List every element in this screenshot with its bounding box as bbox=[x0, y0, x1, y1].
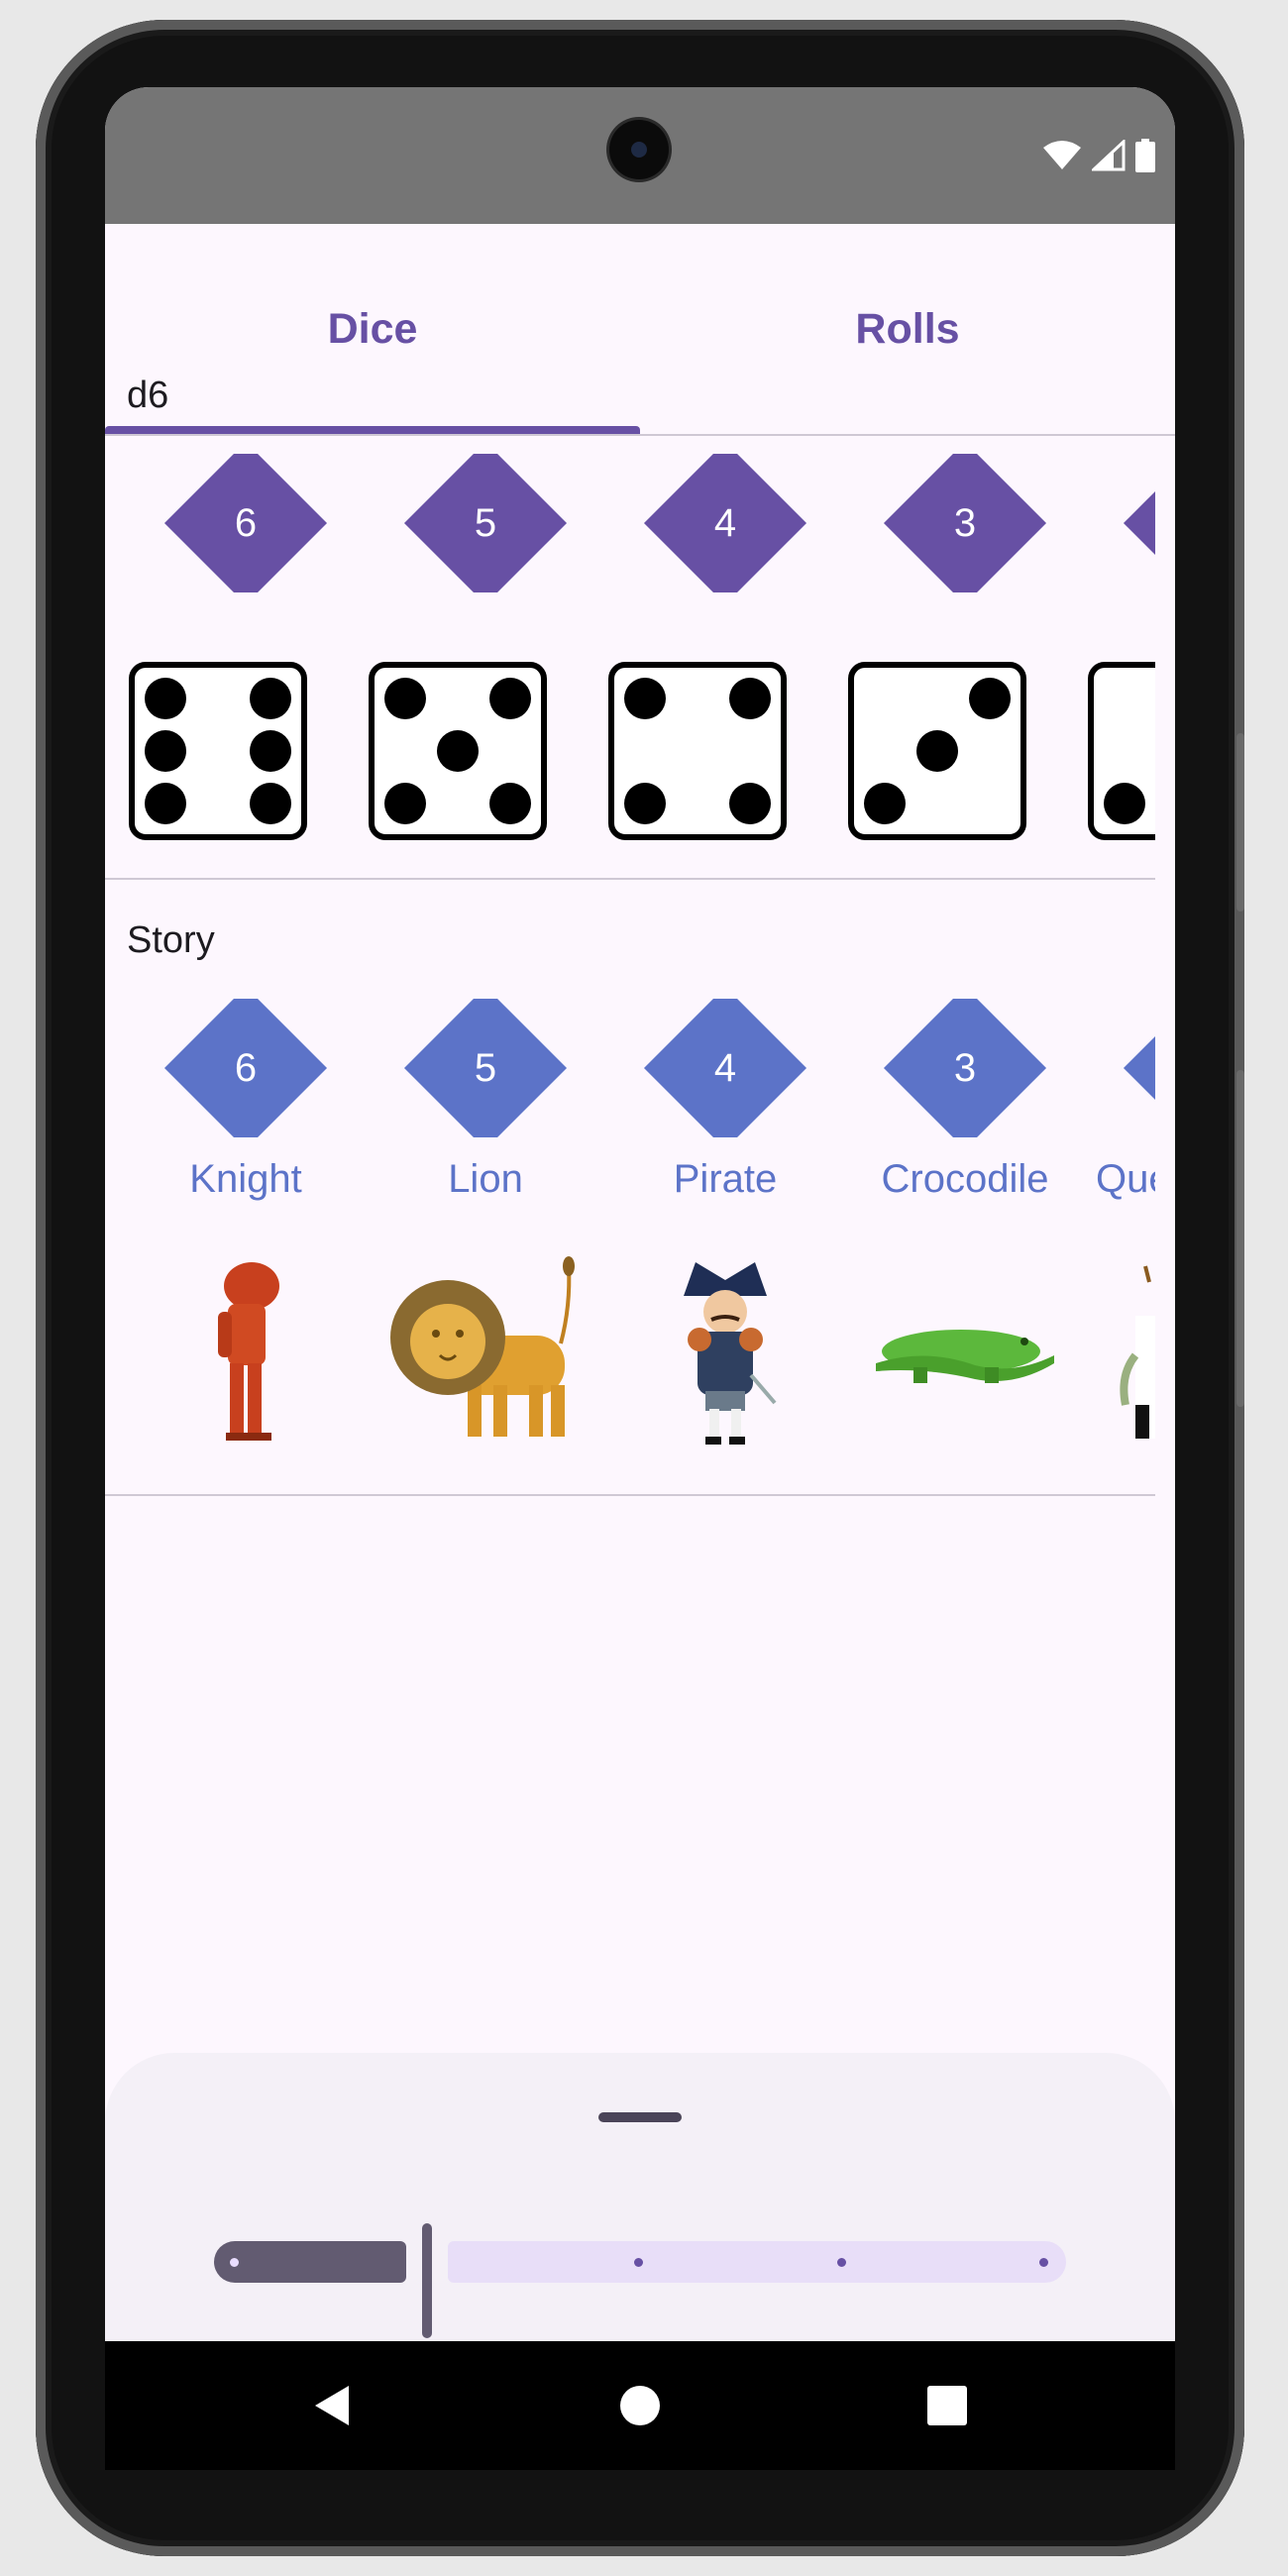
slider-thumb[interactable] bbox=[422, 2223, 432, 2338]
die-three-icon[interactable] bbox=[848, 662, 1026, 840]
tab-dice-label: Dice bbox=[327, 304, 418, 353]
tab-dice[interactable]: Dice bbox=[105, 224, 640, 434]
d6-face-5-value: 5 bbox=[474, 500, 497, 545]
slider-start-tick bbox=[230, 2258, 239, 2267]
character-name-pirate: Pirate bbox=[673, 1157, 778, 1201]
character-name-queen: Queen bbox=[1096, 1157, 1155, 1201]
story-face-4[interactable]: 4 bbox=[643, 999, 807, 1137]
tab-rolls[interactable]: Rolls bbox=[640, 224, 1175, 434]
slider-tick bbox=[634, 2258, 643, 2267]
d6-face-row[interactable]: 6 5 4 3 2 bbox=[105, 454, 1155, 592]
navigation-bar bbox=[105, 2341, 1175, 2470]
die-two-icon[interactable] bbox=[1088, 662, 1155, 840]
slider-inactive-track[interactable] bbox=[448, 2241, 1066, 2283]
battery-icon bbox=[1135, 139, 1155, 172]
die-five-icon[interactable] bbox=[369, 662, 547, 840]
die-six-icon[interactable] bbox=[129, 662, 307, 840]
queen-icon[interactable] bbox=[1106, 1256, 1155, 1454]
tab-rolls-label: Rolls bbox=[855, 304, 960, 353]
tab-indicator bbox=[105, 426, 640, 434]
section-divider bbox=[105, 1494, 1155, 1496]
story-face-row[interactable]: 6 5 4 3 2 bbox=[105, 999, 1155, 1137]
story-face-2[interactable]: 2 bbox=[1123, 999, 1155, 1137]
knight-icon[interactable] bbox=[147, 1256, 345, 1454]
d6-face-6[interactable]: 6 bbox=[163, 454, 328, 592]
d6-face-5[interactable]: 5 bbox=[403, 454, 568, 592]
story-face-4-value: 4 bbox=[713, 1045, 737, 1090]
story-face-3-value: 3 bbox=[953, 1045, 977, 1090]
story-face-3[interactable]: 3 bbox=[883, 999, 1047, 1137]
story-name-row: Knight Lion Pirate Crocodile Queen bbox=[105, 1157, 1155, 1227]
character-name-knight: Knight bbox=[189, 1157, 302, 1201]
d6-face-4[interactable]: 4 bbox=[643, 454, 807, 592]
drag-handle[interactable] bbox=[598, 2112, 682, 2122]
story-face-5[interactable]: 5 bbox=[403, 999, 568, 1137]
section-divider bbox=[105, 878, 1155, 880]
story-face-6[interactable]: 6 bbox=[163, 999, 328, 1137]
signal-icon bbox=[1092, 140, 1126, 171]
recents-button[interactable] bbox=[868, 2341, 1026, 2470]
wifi-icon bbox=[1043, 141, 1081, 169]
home-icon bbox=[620, 2386, 660, 2425]
home-button[interactable] bbox=[561, 2341, 719, 2470]
front-camera bbox=[609, 120, 669, 179]
app-screen: Dice Rolls d6 6 5 4 3 2 bbox=[105, 87, 1175, 2341]
d6-dice-row[interactable] bbox=[105, 662, 1155, 860]
slider-active-track[interactable] bbox=[214, 2241, 406, 2283]
character-name-lion: Lion bbox=[448, 1157, 523, 1201]
recents-icon bbox=[927, 2386, 967, 2425]
volume-button bbox=[1236, 733, 1244, 912]
crocodile-icon[interactable] bbox=[866, 1256, 1064, 1454]
section-title-story: Story bbox=[127, 919, 215, 961]
slider-tick bbox=[1039, 2258, 1048, 2267]
d6-face-2[interactable]: 2 bbox=[1123, 454, 1155, 592]
back-button[interactable] bbox=[254, 2341, 412, 2470]
d6-face-3[interactable]: 3 bbox=[883, 454, 1047, 592]
bottom-sheet[interactable] bbox=[105, 2053, 1175, 2341]
back-icon bbox=[315, 2386, 349, 2425]
die-four-icon[interactable] bbox=[608, 662, 787, 840]
d6-face-6-value: 6 bbox=[234, 500, 258, 545]
character-name-crocodile: Crocodile bbox=[881, 1157, 1049, 1201]
story-face-6-value: 6 bbox=[234, 1045, 258, 1090]
tab-bar: Dice Rolls bbox=[105, 224, 1175, 436]
story-face-5-value: 5 bbox=[474, 1045, 497, 1090]
section-title-d6: d6 bbox=[127, 375, 169, 416]
power-button bbox=[1236, 1070, 1244, 1407]
lion-icon[interactable] bbox=[386, 1256, 585, 1454]
pirate-icon[interactable] bbox=[626, 1256, 824, 1454]
slider-tick bbox=[837, 2258, 846, 2267]
d6-face-4-value: 4 bbox=[713, 500, 737, 545]
status-bar bbox=[105, 87, 1175, 224]
d6-face-3-value: 3 bbox=[953, 500, 977, 545]
story-image-row[interactable] bbox=[105, 1256, 1155, 1474]
